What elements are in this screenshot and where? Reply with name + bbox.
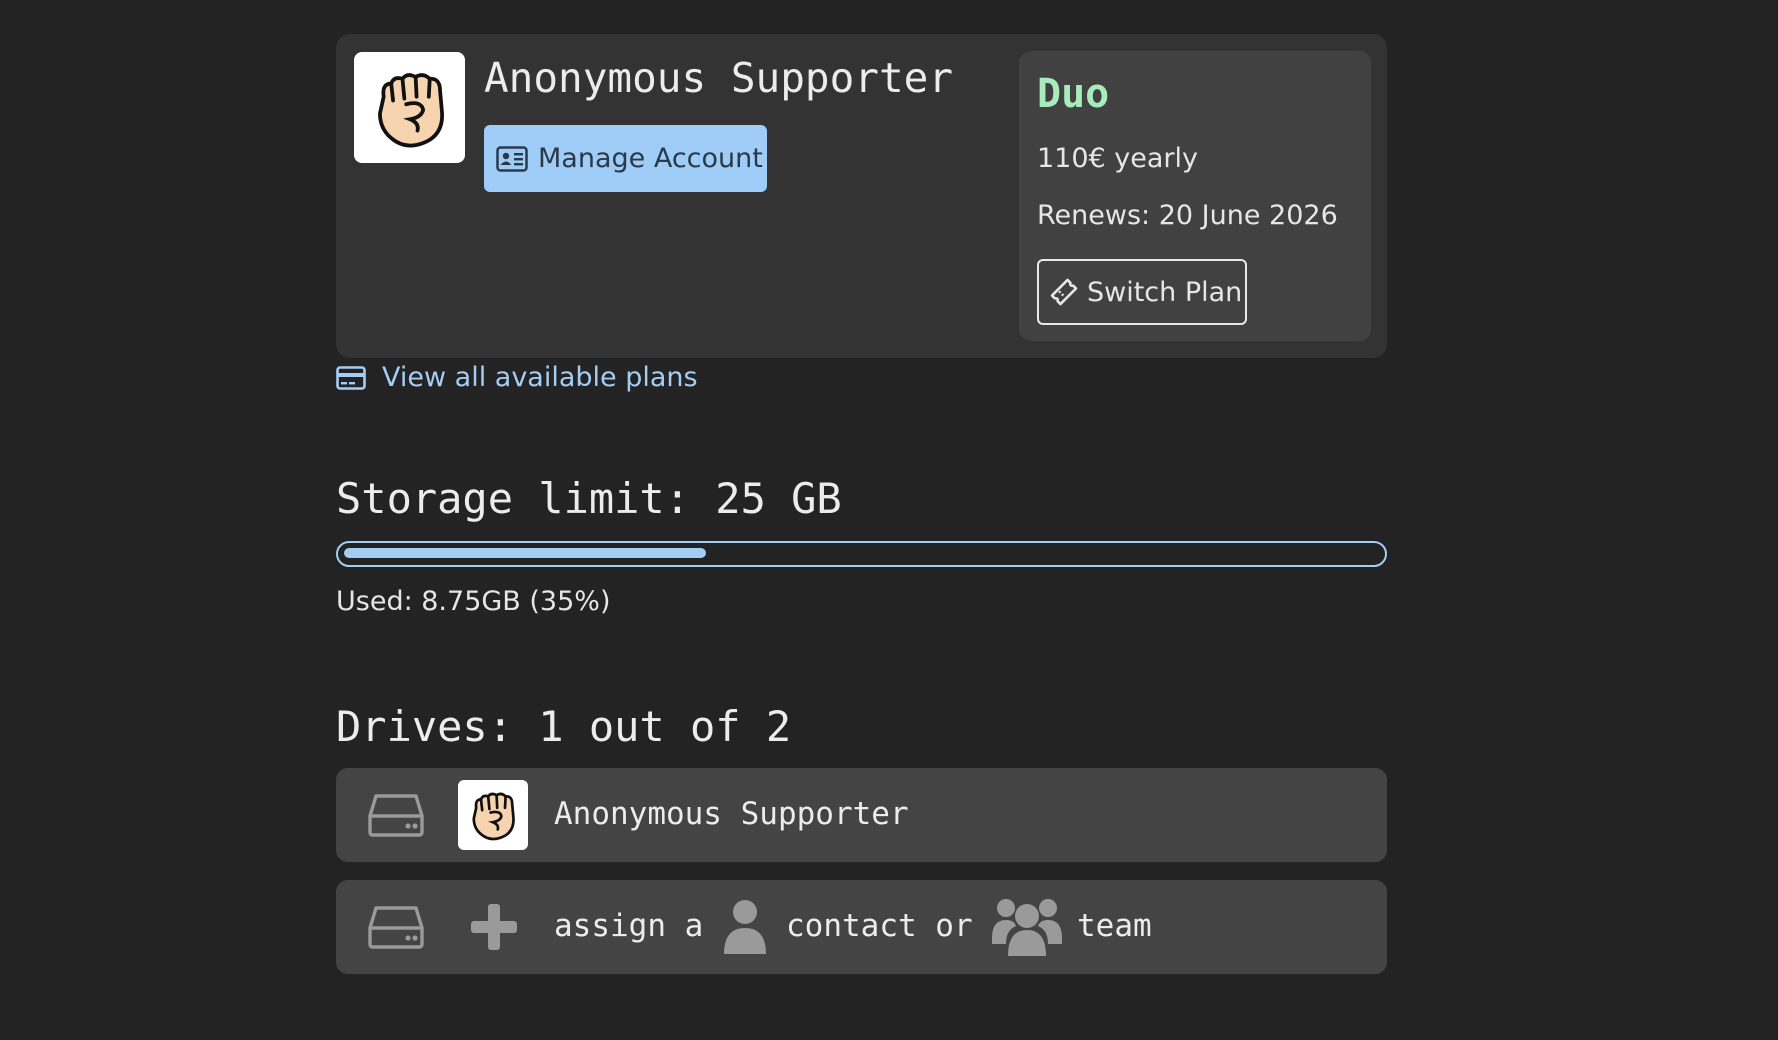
view-all-plans-link[interactable]: View all available plans [336, 362, 698, 393]
drive-owner-name: Anonymous Supporter [554, 796, 909, 832]
team-text: team [1077, 908, 1152, 944]
raised-fist-icon [377, 72, 444, 147]
plan-price: 110€ yearly [1037, 143, 1199, 174]
plan-card: Duo 110€ yearly Renews: 20 June 2026 Swi… [1019, 51, 1371, 341]
account-card: Anonymous Supporter Manage Account Duo 1… [336, 34, 1387, 358]
view-all-plans-label: View all available plans [382, 362, 698, 393]
plan-renewal-date: Renews: 20 June 2026 [1037, 200, 1338, 231]
drive-row-owner[interactable]: Anonymous Supporter [336, 768, 1387, 862]
drive-row-assign[interactable]: assign a contact or team [336, 880, 1387, 974]
storage-progress-fill [344, 548, 707, 558]
raised-fist-icon [472, 792, 515, 841]
id-card-icon [496, 145, 528, 172]
manage-account-label: Manage Account [538, 143, 763, 174]
plus-icon[interactable] [468, 902, 520, 952]
storage-progress-bar [336, 541, 1387, 567]
drives-heading: Drives: 1 out of 2 [336, 702, 792, 751]
user-name: Anonymous Supporter [484, 54, 953, 102]
storage-used-text: Used: 8.75GB (35%) [336, 586, 611, 617]
plan-name: Duo [1037, 71, 1110, 117]
credit-card-icon [336, 365, 366, 390]
team-icon[interactable] [992, 894, 1062, 958]
hard-drive-icon [368, 906, 424, 949]
account-page: Anonymous Supporter Manage Account Duo 1… [336, 34, 1387, 974]
ticket-icon [1050, 278, 1078, 306]
assign-text: assign a [554, 908, 704, 944]
contact-icon[interactable] [722, 898, 768, 956]
drive-owner-avatar [458, 780, 528, 850]
contact-or-text: contact or [786, 908, 973, 944]
switch-plan-label: Switch Plan [1087, 276, 1243, 308]
switch-plan-button[interactable]: Switch Plan [1037, 259, 1247, 325]
storage-limit-heading: Storage limit: 25 GB [336, 474, 842, 523]
hard-drive-icon [368, 794, 424, 837]
manage-account-button[interactable]: Manage Account [484, 125, 767, 192]
user-avatar [354, 52, 465, 163]
